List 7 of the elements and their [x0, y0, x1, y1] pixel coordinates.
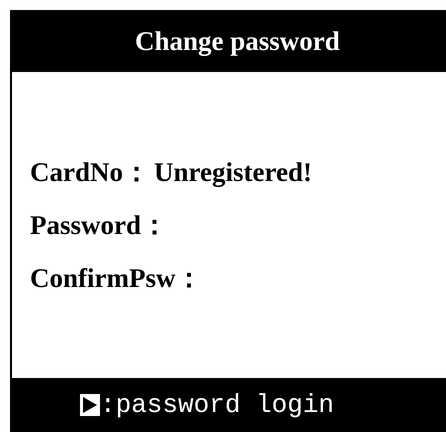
field-label: ConfirmPsw： [30, 262, 202, 295]
field-label: CardNo： [30, 156, 150, 189]
footer-hint: :password login [100, 390, 334, 420]
screen-title: Change password [135, 26, 340, 56]
field-value: Unregistered! [154, 157, 312, 188]
play-icon [80, 394, 100, 416]
field-label: Password： [30, 209, 168, 242]
